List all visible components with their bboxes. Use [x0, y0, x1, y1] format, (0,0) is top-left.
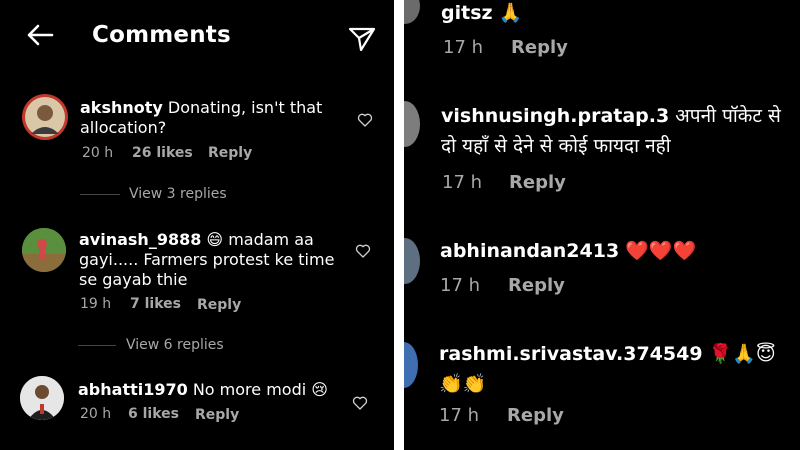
comment-text: rashmi.srivastav.374549 🌹🙏😇 👏👏 — [439, 339, 789, 399]
avatar[interactable] — [404, 342, 418, 388]
avatar[interactable] — [20, 376, 64, 420]
likes-count[interactable]: 7 likes — [130, 296, 181, 312]
reply-button[interactable]: Reply — [507, 405, 564, 426]
reply-button[interactable]: Reply — [511, 37, 568, 58]
comments-panel-right: gitsz 🙏 17 h Reply vishnusingh.pratap.3 … — [404, 0, 800, 450]
comment-username[interactable]: vishnusingh.pratap.3 — [441, 105, 669, 127]
avatar-image — [25, 97, 65, 137]
comment-time: 17 h — [440, 275, 481, 296]
comment-time: 17 h — [442, 172, 483, 193]
avatar[interactable] — [22, 94, 68, 140]
replies-divider — [80, 194, 120, 195]
likes-count[interactable]: 26 likes — [132, 145, 193, 161]
send-icon[interactable] — [348, 26, 376, 52]
avatar-image — [22, 228, 66, 272]
avatar[interactable] — [404, 0, 420, 24]
heart-icon[interactable] — [352, 395, 368, 411]
comment-username[interactable]: rashmi.srivastav.374549 — [439, 343, 703, 365]
comment-text: abhatti1970 No more modi 😢 — [78, 380, 348, 400]
comment-body: ❤️❤️❤️ — [619, 240, 697, 262]
view-replies-link[interactable]: View 6 replies — [126, 337, 224, 353]
comment-time: 17 h — [439, 405, 480, 426]
comment-username[interactable]: abhinandan2413 — [440, 240, 619, 262]
replies-divider — [78, 345, 116, 346]
comment-time: 20 h — [82, 145, 114, 161]
back-arrow-icon[interactable] — [26, 24, 54, 46]
comment-username[interactable]: abhatti1970 — [78, 380, 188, 399]
page-title: Comments — [92, 22, 231, 48]
comment-time: 17 h — [443, 37, 484, 58]
reply-button[interactable]: Reply — [195, 407, 239, 423]
comment-time: 19 h — [80, 296, 112, 312]
comment-body: 🙏 — [492, 2, 523, 24]
comment-body: No more modi 😢 — [187, 380, 328, 399]
comment-username[interactable]: avinash_9888 — [79, 230, 201, 249]
comment-time: 20 h — [80, 406, 112, 422]
avatar[interactable] — [22, 228, 66, 272]
comment-username[interactable]: gitsz — [441, 2, 493, 24]
comment-text: akshnoty Donating, isn't that allocation… — [80, 98, 340, 138]
heart-icon[interactable] — [355, 243, 371, 259]
comment-text: abhinandan2413 ❤️❤️❤️ — [440, 236, 785, 266]
comment-username[interactable]: akshnoty — [80, 98, 163, 117]
comment-text: gitsz 🙏 — [441, 0, 781, 28]
reply-button[interactable]: Reply — [508, 275, 565, 296]
comments-panel-left: Comments akshnoty Donating, isn't that a… — [0, 0, 394, 450]
heart-icon[interactable] — [357, 112, 373, 128]
reply-button[interactable]: Reply — [509, 172, 566, 193]
avatar[interactable] — [404, 238, 420, 284]
comment-text: vishnusingh.pratap.3 अपनी पॉकेट से दो यह… — [441, 101, 786, 161]
view-replies-link[interactable]: View 3 replies — [129, 186, 227, 202]
avatar[interactable] — [404, 101, 420, 147]
reply-button[interactable]: Reply — [197, 297, 241, 313]
likes-count[interactable]: 6 likes — [128, 406, 179, 422]
reply-button[interactable]: Reply — [208, 145, 252, 161]
comment-text: avinash_9888 😄 madam aa gayi..... Farmer… — [79, 230, 339, 290]
avatar-image — [20, 376, 64, 420]
